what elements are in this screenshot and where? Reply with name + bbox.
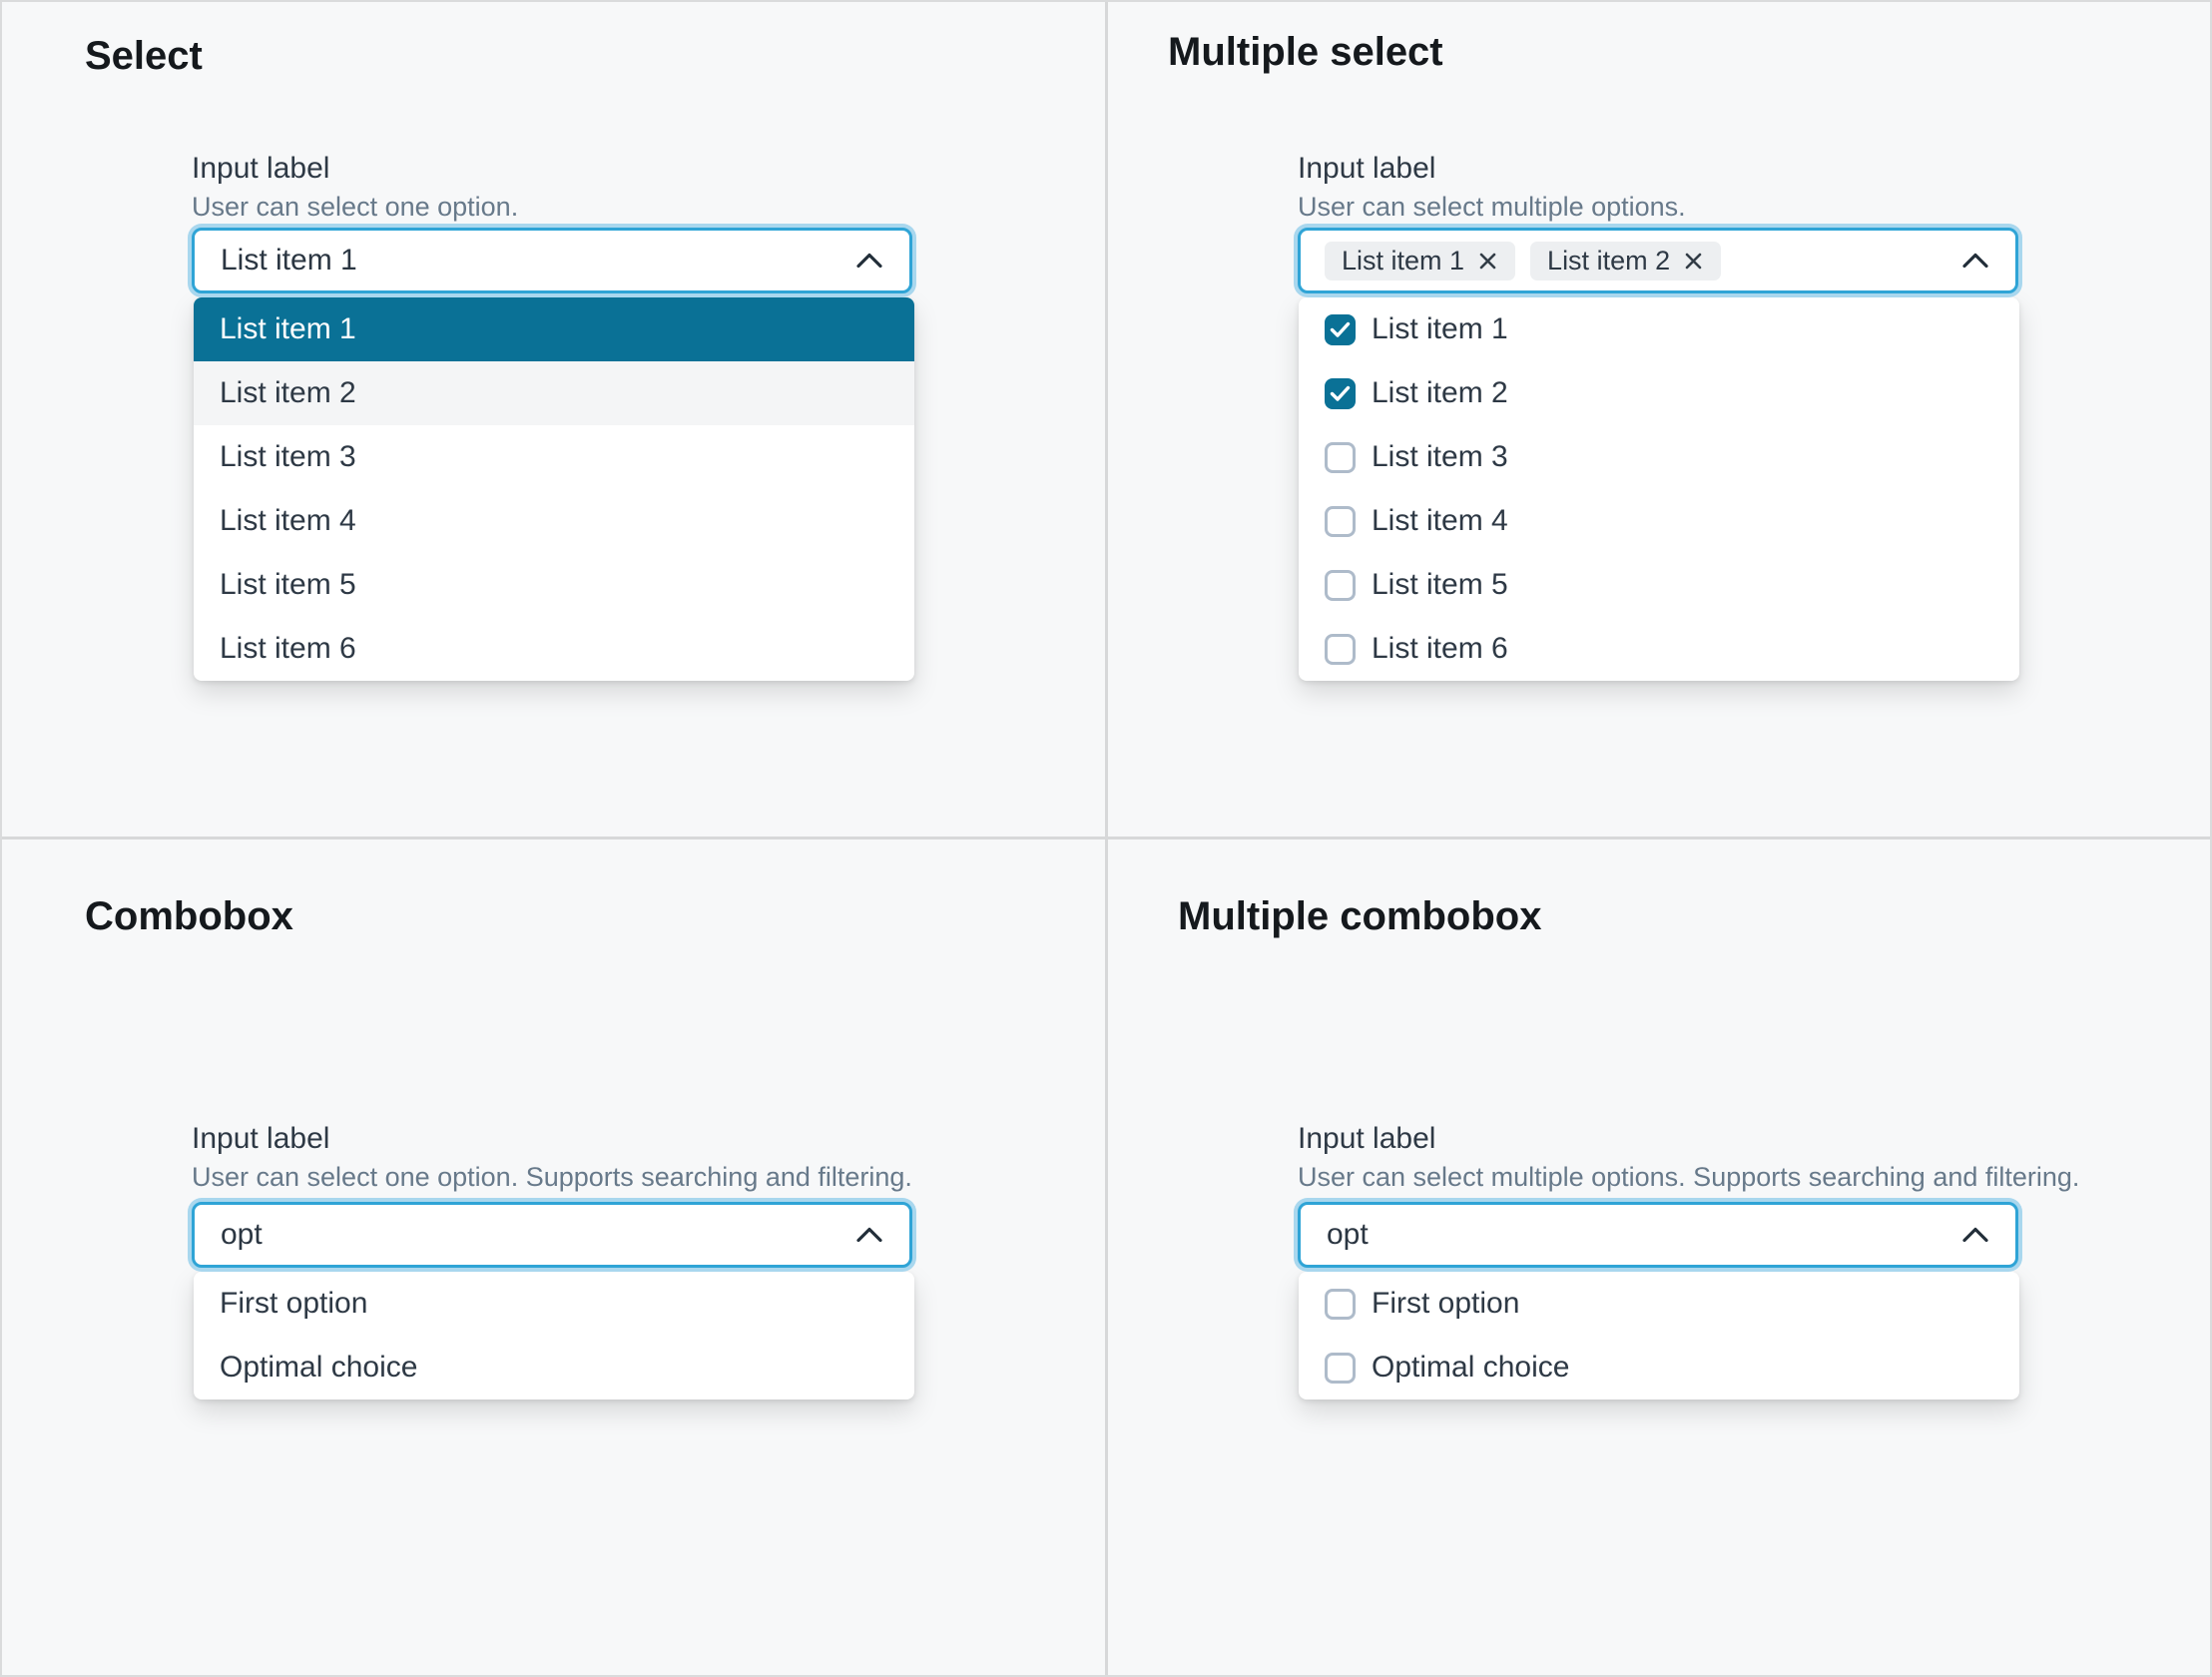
- input-label: Input label: [192, 152, 329, 186]
- checkbox-unchecked[interactable]: [1325, 442, 1356, 473]
- input-label: Input label: [1298, 152, 1435, 186]
- horizontal-divider: [0, 837, 2212, 839]
- checkbox-unchecked[interactable]: [1325, 1289, 1356, 1320]
- select-demo-panel: Select Input label User can select one o…: [0, 0, 1106, 838]
- chip-list: List item 1 List item 2: [1325, 242, 1721, 280]
- checkbox-unchecked[interactable]: [1325, 1353, 1356, 1384]
- dropdown-option-checked[interactable]: List item 1: [1299, 297, 2019, 361]
- input-description: User can select multiple options.: [1298, 192, 1686, 223]
- input-label: Input label: [192, 1122, 329, 1156]
- checkbox-checked[interactable]: [1325, 314, 1356, 345]
- option-label: List item 5: [220, 568, 356, 602]
- option-label: List item 3: [1372, 440, 1508, 474]
- option-label: Optimal choice: [1372, 1351, 1569, 1385]
- dropdown-option[interactable]: Optimal choice: [194, 1336, 914, 1399]
- dropdown-option[interactable]: List item 3: [194, 425, 914, 489]
- panel-title: Multiple select: [1168, 30, 1443, 74]
- panel-title: Combobox: [85, 894, 293, 938]
- chip-label: List item 1: [1342, 246, 1464, 277]
- option-label: First option: [220, 1287, 367, 1321]
- chevron-up-icon[interactable]: [855, 1227, 883, 1244]
- multiple-combobox-input[interactable]: [1298, 1202, 2018, 1268]
- panel-title: Multiple combobox: [1178, 894, 1541, 938]
- option-label: List item 6: [1372, 632, 1508, 666]
- chevron-up-icon[interactable]: [1961, 253, 1989, 270]
- selected-chip: List item 1: [1325, 242, 1515, 280]
- dropdown-option[interactable]: List item 6: [1299, 617, 2019, 681]
- dropdown-option[interactable]: List item 5: [1299, 553, 2019, 617]
- input-description: User can select one option. Supports sea…: [192, 1162, 912, 1193]
- chip-label: List item 2: [1547, 246, 1670, 277]
- checkbox-unchecked[interactable]: [1325, 506, 1356, 537]
- multiple-combobox-demo-panel: Multiple combobox Input label User can s…: [1106, 838, 2212, 1677]
- option-label: List item 6: [220, 632, 356, 666]
- multiple-combobox-dropdown: First option Optimal choice: [1299, 1272, 2019, 1399]
- option-label: List item 1: [1372, 312, 1508, 346]
- dropdown-option[interactable]: List item 4: [194, 489, 914, 553]
- chevron-up-icon[interactable]: [855, 253, 883, 270]
- input-description: User can select multiple options. Suppor…: [1298, 1162, 2079, 1193]
- selected-chip: List item 2: [1530, 242, 1721, 280]
- option-label: List item 4: [220, 504, 356, 538]
- dropdown-option[interactable]: List item 2: [194, 361, 914, 425]
- option-label: List item 1: [220, 312, 356, 346]
- input-description: User can select one option.: [192, 192, 518, 223]
- dropdown-option[interactable]: First option: [194, 1272, 914, 1336]
- chip-remove-x-icon[interactable]: [1683, 251, 1704, 272]
- panel-title: Select: [85, 34, 203, 78]
- dropdown-option[interactable]: List item 6: [194, 617, 914, 681]
- combobox-input[interactable]: [192, 1202, 912, 1268]
- dropdown-option[interactable]: List item 4: [1299, 489, 2019, 553]
- checkbox-unchecked[interactable]: [1325, 634, 1356, 665]
- select-value: List item 1: [221, 244, 357, 278]
- option-label: List item 2: [220, 376, 356, 410]
- option-label: List item 4: [1372, 504, 1508, 538]
- dropdown-option-selected[interactable]: List item 1: [194, 297, 914, 361]
- chip-remove-x-icon[interactable]: [1477, 251, 1498, 272]
- option-label: First option: [1372, 1287, 1519, 1321]
- dropdown-option[interactable]: List item 3: [1299, 425, 2019, 489]
- option-label: List item 2: [1372, 376, 1508, 410]
- multiple-combobox-text-input[interactable]: [1327, 1218, 1746, 1252]
- dropdown-option-checked[interactable]: List item 2: [1299, 361, 2019, 425]
- combobox-dropdown: First option Optimal choice: [194, 1272, 914, 1399]
- combobox-demo-panel: Combobox Input label User can select one…: [0, 838, 1106, 1677]
- multiple-select-dropdown: List item 1 List item 2 List item 3 List…: [1299, 297, 2019, 681]
- multiple-select-input[interactable]: List item 1 List item 2: [1298, 228, 2018, 293]
- option-label: List item 3: [220, 440, 356, 474]
- select-dropdown: List item 1 List item 2 List item 3 List…: [194, 297, 914, 681]
- input-label: Input label: [1298, 1122, 1435, 1156]
- dropdown-option[interactable]: List item 5: [194, 553, 914, 617]
- checkbox-checked[interactable]: [1325, 378, 1356, 409]
- option-label: Optimal choice: [220, 1351, 417, 1385]
- multiple-select-demo-panel: Multiple select Input label User can sel…: [1106, 0, 2212, 838]
- dropdown-option[interactable]: First option: [1299, 1272, 2019, 1336]
- checkbox-unchecked[interactable]: [1325, 570, 1356, 601]
- dropdown-option[interactable]: Optimal choice: [1299, 1336, 2019, 1399]
- chevron-up-icon[interactable]: [1961, 1227, 1989, 1244]
- option-label: List item 5: [1372, 568, 1508, 602]
- select-input[interactable]: List item 1: [192, 228, 912, 293]
- combobox-text-input[interactable]: [221, 1218, 640, 1252]
